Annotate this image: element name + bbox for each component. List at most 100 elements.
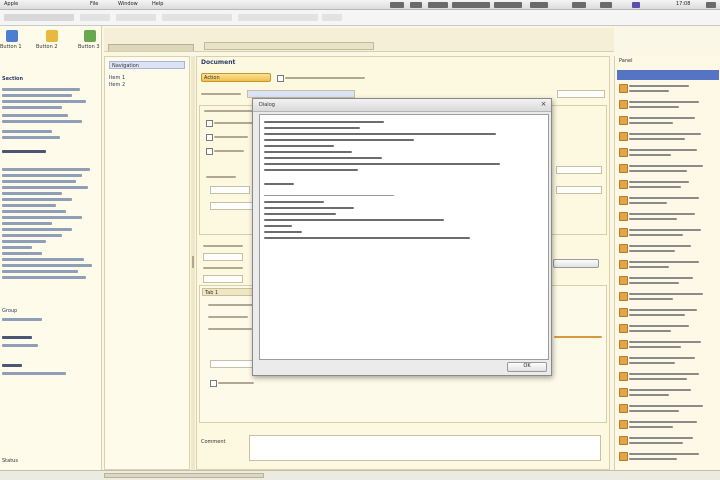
status-icon[interactable] — [428, 2, 448, 8]
select-button[interactable] — [553, 259, 599, 268]
sidebar-item[interactable] — [2, 210, 66, 213]
document-tab[interactable] — [108, 44, 194, 51]
option-checkbox[interactable] — [206, 120, 213, 127]
dialog-title-bar[interactable]: Dialog × — [253, 99, 551, 112]
sidebar-item[interactable] — [2, 186, 88, 189]
sidebar-item[interactable] — [2, 106, 62, 109]
list-item[interactable] — [619, 146, 719, 160]
field-input[interactable] — [247, 90, 355, 98]
splitter-handle[interactable] — [192, 256, 194, 268]
toolbar-icon[interactable] — [46, 30, 58, 42]
toolbar-segment[interactable] — [322, 14, 342, 21]
sidebar-item[interactable] — [2, 94, 72, 97]
list-item[interactable] — [619, 322, 719, 336]
list-item[interactable] — [619, 386, 719, 400]
sidebar-item[interactable] — [2, 216, 82, 219]
tab-1[interactable]: Tab 1 — [202, 288, 258, 296]
toolbar-label[interactable]: Button 1 — [0, 44, 30, 50]
list-item[interactable] — [619, 242, 719, 256]
tab-header-bar[interactable] — [204, 42, 374, 50]
sidebar-item[interactable] — [2, 192, 62, 195]
sidebar-item[interactable] — [2, 246, 32, 249]
list-item[interactable] — [619, 178, 719, 192]
menu-file[interactable]: File — [90, 1, 98, 7]
status-icon[interactable] — [494, 2, 522, 8]
comment-field[interactable] — [249, 435, 601, 461]
wifi-icon[interactable] — [410, 2, 422, 8]
sidebar-item[interactable] — [2, 234, 62, 237]
option-checkbox[interactable] — [206, 148, 213, 155]
field-input[interactable] — [210, 186, 250, 194]
sidebar-item[interactable] — [2, 88, 80, 91]
list-item[interactable] — [619, 434, 719, 448]
sidebar-item[interactable] — [2, 198, 72, 201]
menu-help[interactable]: Help — [152, 1, 163, 7]
list-item[interactable] — [619, 130, 719, 144]
list-item[interactable] — [619, 370, 719, 384]
option-checkbox[interactable] — [210, 380, 217, 387]
sidebar-item[interactable] — [2, 120, 82, 123]
battery-icon[interactable] — [390, 2, 404, 8]
status-icon[interactable] — [452, 2, 490, 8]
flag-icon[interactable] — [632, 2, 640, 8]
toolbar-icon[interactable] — [84, 30, 96, 42]
nav-item[interactable]: Item 2 — [109, 82, 187, 88]
sidebar-item[interactable] — [2, 130, 52, 133]
sidebar-item[interactable] — [2, 180, 76, 183]
sidebar-item[interactable] — [2, 204, 56, 207]
sidebar-item[interactable] — [2, 228, 72, 231]
toolbar-label[interactable]: Button 2 — [36, 44, 74, 50]
list-item[interactable] — [619, 114, 719, 128]
sidebar-item[interactable] — [2, 168, 90, 171]
field-input[interactable] — [557, 90, 605, 98]
nav-item[interactable]: Item 1 — [109, 75, 187, 81]
list-item[interactable] — [619, 210, 719, 224]
option-checkbox[interactable] — [277, 75, 284, 82]
list-item-selected[interactable] — [617, 70, 719, 80]
list-item[interactable] — [619, 98, 719, 112]
sidebar-item[interactable] — [2, 252, 42, 255]
sound-icon[interactable] — [600, 2, 612, 8]
link-text[interactable] — [554, 336, 602, 338]
toolbar-segment[interactable] — [116, 14, 156, 21]
list-item[interactable] — [619, 338, 719, 352]
menu-window[interactable]: Window — [118, 1, 138, 7]
sidebar-item[interactable] — [2, 174, 82, 177]
status-icon[interactable] — [530, 2, 548, 8]
action-button[interactable]: Action — [201, 73, 271, 82]
toolbar-segment[interactable] — [4, 14, 74, 21]
sidebar-item[interactable] — [2, 240, 46, 243]
volume-icon[interactable] — [572, 2, 586, 8]
toolbar-segment[interactable] — [162, 14, 232, 21]
list-item[interactable] — [619, 306, 719, 320]
list-item[interactable] — [619, 450, 719, 464]
splitter[interactable] — [191, 56, 195, 470]
list-item[interactable] — [619, 354, 719, 368]
list-item[interactable] — [619, 274, 719, 288]
list-item[interactable] — [619, 82, 719, 96]
field-input[interactable] — [556, 166, 602, 174]
sidebar-item[interactable] — [2, 264, 92, 267]
list-item[interactable] — [619, 194, 719, 208]
field-input[interactable] — [210, 360, 256, 368]
toolbar-icon[interactable] — [6, 30, 18, 42]
field-input[interactable] — [556, 186, 602, 194]
close-icon[interactable]: × — [540, 101, 547, 108]
toolbar-segment[interactable] — [238, 14, 318, 21]
menu-app[interactable]: Apple — [4, 1, 18, 7]
field-input[interactable] — [210, 202, 256, 210]
list-item[interactable] — [619, 290, 719, 304]
list-item[interactable] — [619, 162, 719, 176]
sidebar-item[interactable] — [2, 100, 86, 103]
toolbar-label[interactable]: Button 3 — [78, 44, 102, 50]
toolbar-segment[interactable] — [80, 14, 110, 21]
list-item[interactable] — [619, 226, 719, 240]
option-checkbox[interactable] — [206, 134, 213, 141]
sidebar-item[interactable] — [2, 222, 52, 225]
list-item[interactable] — [619, 402, 719, 416]
list-item[interactable] — [619, 258, 719, 272]
sidebar-item[interactable] — [2, 136, 60, 139]
field-input[interactable] — [203, 275, 243, 283]
sidebar-item[interactable] — [2, 276, 86, 279]
sidebar-item[interactable] — [2, 372, 66, 375]
